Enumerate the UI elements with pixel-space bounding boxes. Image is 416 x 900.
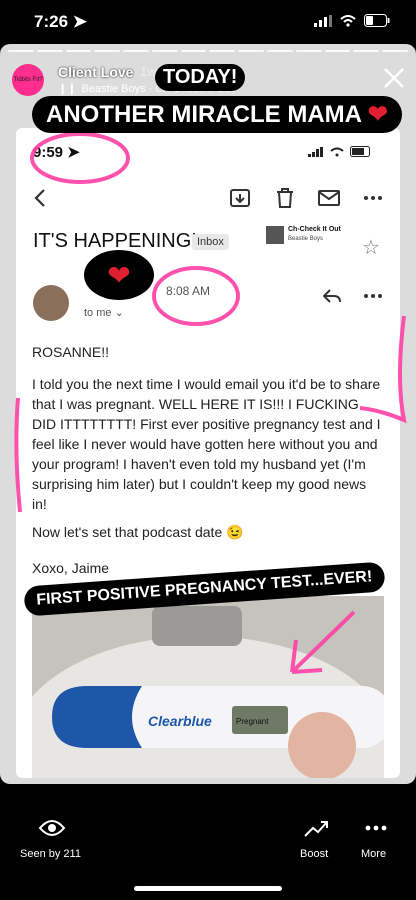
- wifi-icon: [330, 147, 344, 156]
- cellular-signal-icon: [308, 146, 323, 157]
- more-label[interactable]: More: [361, 848, 386, 860]
- album-art: [266, 226, 284, 244]
- home-indicator[interactable]: [134, 886, 282, 891]
- heart-sticker-icon: ❤: [84, 250, 154, 300]
- overlay-headline: ANOTHER MIRACLE MAMA ❤: [32, 96, 402, 133]
- back-arrow-icon[interactable]: [28, 186, 52, 210]
- wifi-icon: [340, 14, 356, 27]
- reply-icon[interactable]: [320, 284, 344, 308]
- inbox-label[interactable]: Inbox: [192, 234, 229, 250]
- star-icon[interactable]: ☆: [362, 235, 380, 260]
- heart-icon: ❤: [367, 101, 388, 128]
- boost-icon[interactable]: [303, 818, 329, 840]
- chevron-down-icon: ⌄: [114, 307, 124, 319]
- cellular-signal-icon: [314, 14, 332, 27]
- sender-avatar[interactable]: [33, 285, 69, 321]
- location-arrow-icon: ➤: [67, 144, 80, 161]
- music-bars-icon: ❙❙: [58, 83, 77, 95]
- boost-label[interactable]: Boost: [300, 848, 328, 860]
- email-signoff: Xoxo, Jaime: [32, 560, 110, 576]
- story-progress-bar: [8, 50, 408, 52]
- music-sticker[interactable]: Ch-Check It Out Beastie Boys: [266, 222, 346, 250]
- battery-icon: [364, 14, 390, 27]
- email-status-icons: [308, 146, 372, 157]
- more-options-icon[interactable]: [361, 186, 385, 210]
- close-icon[interactable]: [382, 66, 406, 90]
- archive-icon[interactable]: [228, 186, 252, 210]
- location-arrow-icon: ➤: [72, 12, 88, 31]
- test-result-text: Pregnant: [236, 717, 269, 726]
- seen-by-label[interactable]: Seen by 211: [20, 848, 81, 860]
- trash-icon[interactable]: [273, 186, 297, 210]
- clearblue-logo: Clearblue: [148, 713, 212, 729]
- overlay-today: TODAY!: [155, 64, 246, 91]
- pregnancy-test-photo: [32, 596, 384, 778]
- eye-icon: [38, 820, 66, 836]
- more-icon[interactable]: [364, 820, 388, 836]
- email-body-paragraph: I told you the next time I would email y…: [32, 376, 381, 512]
- email-greeting: ROSANNE!!: [32, 344, 110, 360]
- seen-by-button[interactable]: [38, 818, 66, 843]
- story-username[interactable]: Client Love: [58, 64, 133, 80]
- email-body-line: Now let's set that podcast date 😉: [32, 524, 244, 540]
- message-more-icon[interactable]: [361, 284, 385, 308]
- story-avatar[interactable]: Tidbits Fit?: [12, 64, 44, 96]
- battery-icon: [350, 146, 370, 157]
- device-status-icons: [314, 14, 390, 27]
- recipient-label[interactable]: to me ⌄: [84, 306, 124, 319]
- photo-illustration: [32, 596, 384, 778]
- mail-icon[interactable]: [317, 186, 341, 210]
- device-clock: 7:26 ➤: [34, 12, 88, 31]
- email-status-time: 9:59 ➤: [33, 144, 80, 161]
- received-time: 8:08 AM: [166, 284, 211, 298]
